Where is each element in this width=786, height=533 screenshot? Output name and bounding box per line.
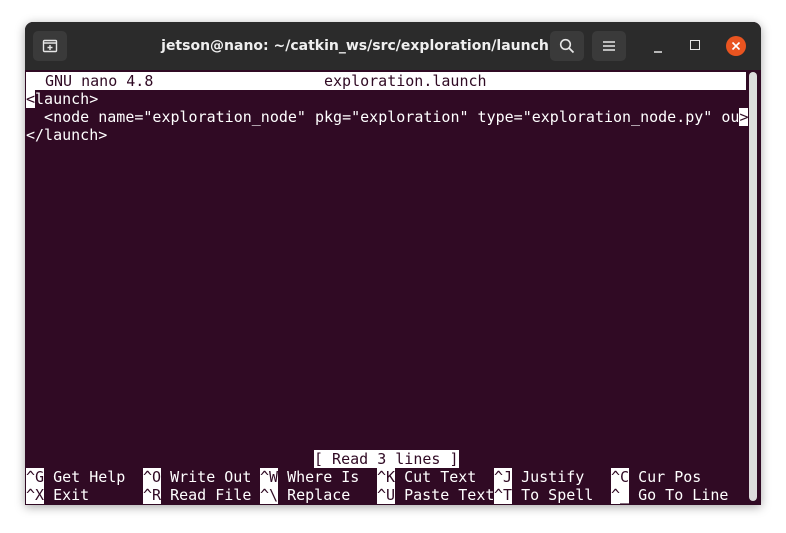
shortcut-label: Exit bbox=[44, 486, 90, 504]
shortcut-label: Go To Line bbox=[629, 486, 729, 504]
shortcut-key: ^_ bbox=[611, 486, 630, 504]
shortcut-label: Get Help bbox=[44, 468, 126, 486]
shortcut-get-help[interactable]: ^G Get Help bbox=[26, 468, 125, 486]
shortcut-to-spell[interactable]: ^T To Spell bbox=[494, 486, 593, 504]
shortcut-key: ^J bbox=[494, 468, 513, 486]
hamburger-menu-icon bbox=[603, 41, 615, 51]
shortcut-cut-text[interactable]: ^K Cut Text bbox=[377, 468, 476, 486]
status-message: [ Read 3 lines ] bbox=[314, 450, 459, 468]
nano-header-bar: GNU nano 4.8 exploration.launch bbox=[26, 72, 746, 90]
scrollbar[interactable] bbox=[749, 72, 757, 501]
shortcut-key: ^W bbox=[260, 468, 279, 486]
minimize-icon bbox=[654, 51, 662, 53]
shortcut-label: Justify bbox=[512, 468, 585, 486]
shortcut-label: To Spell bbox=[512, 486, 594, 504]
shortcut-key: ^T bbox=[494, 486, 513, 504]
window-title: jetson@nano: ~/catkin_ws/src/exploration… bbox=[161, 38, 549, 54]
editor-line-3[interactable]: </launch> bbox=[26, 126, 107, 144]
shortcut-cur-pos[interactable]: ^C Cur Pos bbox=[611, 468, 701, 486]
new-tab-button[interactable] bbox=[33, 31, 67, 61]
terminal-window: jetson@nano: ~/catkin_ws/src/exploration… bbox=[25, 22, 761, 505]
shortcut-label: Write Out bbox=[161, 468, 252, 486]
menu-button[interactable] bbox=[592, 31, 626, 61]
shortcut-label: Replace bbox=[278, 486, 351, 504]
shortcut-label: Where Is bbox=[278, 468, 360, 486]
shortcut-write-out[interactable]: ^O Write Out bbox=[143, 468, 251, 486]
close-icon bbox=[731, 41, 741, 51]
shortcut-label: Cut Text bbox=[395, 468, 477, 486]
close-button[interactable] bbox=[726, 36, 746, 56]
shortcut-key: ^O bbox=[143, 468, 162, 486]
shortcut-where-is[interactable]: ^W Where Is bbox=[260, 468, 359, 486]
nano-version: GNU nano 4.8 bbox=[45, 72, 154, 90]
shortcut-key: ^X bbox=[26, 486, 45, 504]
shortcut-read-file[interactable]: ^R Read File bbox=[143, 486, 251, 504]
shortcut-paste-text[interactable]: ^U Paste Text bbox=[377, 486, 494, 504]
shortcut-key: ^U bbox=[377, 486, 396, 504]
shortcut-go-to-line[interactable]: ^_ Go To Line bbox=[611, 486, 728, 504]
editor-line-1-text: launch> bbox=[35, 90, 99, 108]
editor-line-1[interactable]: <launch> bbox=[26, 90, 98, 108]
maximize-button[interactable] bbox=[690, 40, 700, 50]
search-icon bbox=[559, 38, 575, 54]
shortcut-key: ^G bbox=[26, 468, 45, 486]
editor-line-2[interactable]: <node name="exploration_node" pkg="explo… bbox=[26, 108, 749, 126]
line-overflow-marker: > bbox=[739, 108, 749, 126]
shortcut-justify[interactable]: ^J Justify bbox=[494, 468, 584, 486]
shortcut-key: ^K bbox=[377, 468, 396, 486]
search-button[interactable] bbox=[550, 31, 584, 61]
shortcut-replace[interactable]: ^\ Replace bbox=[260, 486, 350, 504]
shortcut-label: Paste Text bbox=[395, 486, 495, 504]
text-cursor: < bbox=[26, 90, 36, 108]
nano-filename: exploration.launch bbox=[324, 72, 487, 90]
shortcut-exit[interactable]: ^X Exit bbox=[26, 486, 89, 504]
editor-line-2-text: <node name="exploration_node" pkg="explo… bbox=[26, 108, 740, 126]
title-bar: jetson@nano: ~/catkin_ws/src/exploration… bbox=[25, 22, 761, 70]
shortcut-label: Read File bbox=[161, 486, 252, 504]
shortcut-key: ^\ bbox=[260, 486, 279, 504]
minimize-button[interactable] bbox=[651, 39, 665, 53]
new-tab-icon bbox=[42, 39, 58, 53]
shortcut-key: ^C bbox=[611, 468, 630, 486]
shortcut-label: Cur Pos bbox=[629, 468, 702, 486]
shortcut-key: ^R bbox=[143, 486, 162, 504]
terminal-area[interactable]: GNU nano 4.8 exploration.launch <launch>… bbox=[25, 70, 749, 505]
